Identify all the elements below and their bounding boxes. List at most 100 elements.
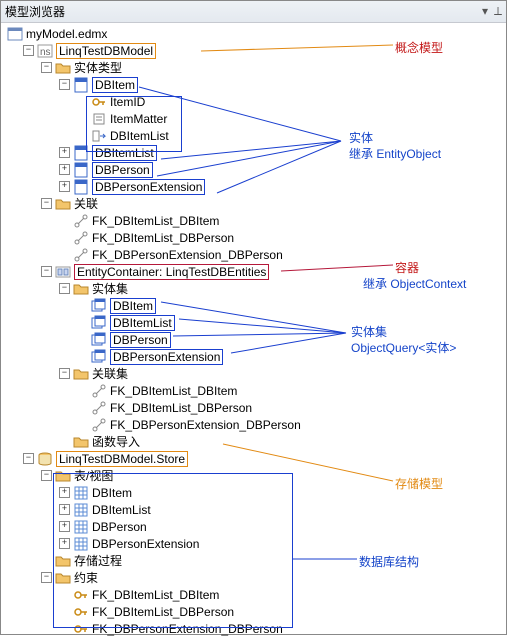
- expander-icon[interactable]: −: [23, 45, 34, 56]
- model-tree: myModel.edmx − ns LinqTestDBModel − 实体类型…: [1, 23, 506, 641]
- expander-icon[interactable]: −: [23, 453, 34, 464]
- association-node[interactable]: FK_DBItemList_DBPerson: [5, 229, 506, 246]
- expander-icon[interactable]: −: [41, 198, 52, 209]
- namespace-icon: ns: [37, 43, 53, 59]
- assocset-node[interactable]: FK_DBItemList_DBPerson: [5, 399, 506, 416]
- expander-icon[interactable]: −: [41, 470, 52, 481]
- constraint-node[interactable]: FK_DBPersonExtension_DBPerson: [5, 620, 506, 637]
- table-icon: [73, 519, 89, 535]
- expander-icon[interactable]: −: [59, 283, 70, 294]
- expander-icon[interactable]: −: [59, 368, 70, 379]
- expander-icon[interactable]: −: [41, 62, 52, 73]
- stored-procs-node[interactable]: 存储过程: [5, 552, 506, 569]
- property-node[interactable]: ItemID: [5, 93, 506, 110]
- table-icon: [73, 536, 89, 552]
- entity-node[interactable]: + DBPerson: [5, 161, 506, 178]
- assocset-icon: [91, 417, 107, 433]
- property-node[interactable]: ItemMatter: [5, 110, 506, 127]
- expander-icon[interactable]: −: [59, 79, 70, 90]
- constraint-label: FK_DBItemList_DBPerson: [92, 605, 234, 619]
- table-label: DBItemList: [92, 503, 151, 517]
- association-node[interactable]: FK_DBItemList_DBItem: [5, 212, 506, 229]
- expander-icon[interactable]: +: [59, 147, 70, 158]
- folder-icon: [73, 366, 89, 382]
- constraint-label: FK_DBPersonExtension_DBPerson: [92, 622, 283, 636]
- entity-dbitem-node[interactable]: − DBItem: [5, 76, 506, 93]
- expander-icon[interactable]: +: [59, 164, 70, 175]
- entity-icon: [73, 145, 89, 161]
- entityset-icon: [91, 298, 107, 314]
- expander-icon[interactable]: +: [59, 487, 70, 498]
- store-model-node[interactable]: − LinqTestDBModel.Store: [5, 450, 506, 467]
- folder-icon: [73, 434, 89, 450]
- assocset-icon: [91, 400, 107, 416]
- expander-icon[interactable]: +: [59, 538, 70, 549]
- table-node[interactable]: + DBPerson: [5, 518, 506, 535]
- store-model-label: LinqTestDBModel.Store: [56, 451, 188, 467]
- assoc-icon: [73, 247, 89, 263]
- constraint-node[interactable]: FK_DBItemList_DBItem: [5, 586, 506, 603]
- expander-icon[interactable]: +: [59, 521, 70, 532]
- entityset-icon: [91, 349, 107, 365]
- table-label: DBItem: [92, 486, 132, 500]
- entity-types-node[interactable]: − 实体类型: [5, 59, 506, 76]
- expander-icon[interactable]: −: [41, 572, 52, 583]
- associations-label: 关联: [74, 195, 98, 212]
- constraint-node[interactable]: FK_DBItemList_DBPerson: [5, 603, 506, 620]
- anno-storage-model: 存储模型: [395, 475, 443, 492]
- folder-icon: [55, 553, 71, 569]
- folder-icon: [55, 60, 71, 76]
- expander-icon[interactable]: −: [41, 266, 52, 277]
- association-label: FK_DBItemList_DBPerson: [92, 231, 234, 245]
- store-icon: [37, 451, 53, 467]
- navproperty-node[interactable]: DBItemList: [5, 127, 506, 144]
- root-label: myModel.edmx: [26, 27, 107, 41]
- anno-entityset-type: ObjectQuery<实体>: [351, 339, 456, 356]
- table-node[interactable]: + DBPersonExtension: [5, 535, 506, 552]
- association-sets-node[interactable]: − 关联集: [5, 365, 506, 382]
- entityset-node[interactable]: DBItem: [5, 297, 506, 314]
- table-label: DBPerson: [92, 520, 147, 534]
- property-label: ItemID: [110, 95, 145, 109]
- expander-icon[interactable]: +: [59, 181, 70, 192]
- function-imports-label: 函数导入: [92, 433, 140, 450]
- edmx-icon: [7, 26, 23, 42]
- entity-label: DBPerson: [92, 162, 153, 178]
- folder-icon: [55, 570, 71, 586]
- entityset-icon: [91, 315, 107, 331]
- associations-node[interactable]: − 关联: [5, 195, 506, 212]
- entityset-node[interactable]: DBItemList: [5, 314, 506, 331]
- assocset-label: FK_DBPersonExtension_DBPerson: [110, 418, 301, 432]
- assocset-node[interactable]: FK_DBItemList_DBItem: [5, 382, 506, 399]
- conceptual-model-label: LinqTestDBModel: [56, 43, 156, 59]
- fk-icon: [73, 604, 89, 620]
- property-label: ItemMatter: [110, 112, 167, 126]
- table-label: DBPersonExtension: [92, 537, 199, 551]
- expander-icon[interactable]: +: [59, 504, 70, 515]
- table-icon: [73, 485, 89, 501]
- assocset-node[interactable]: FK_DBPersonExtension_DBPerson: [5, 416, 506, 433]
- association-node[interactable]: FK_DBPersonExtension_DBPerson: [5, 246, 506, 263]
- entity-dbitem-label: DBItem: [92, 77, 138, 93]
- anno-entity: 实体: [349, 129, 373, 146]
- entityset-icon: [91, 332, 107, 348]
- assoc-icon: [73, 213, 89, 229]
- pin-icon[interactable]: ⟂: [494, 4, 502, 19]
- entity-node[interactable]: + DBPersonExtension: [5, 178, 506, 195]
- dropdown-icon[interactable]: ▾: [482, 4, 488, 19]
- entityset-label: DBItemList: [110, 315, 175, 331]
- function-imports-node[interactable]: 函数导入: [5, 433, 506, 450]
- stored-procs-label: 存储过程: [74, 552, 122, 569]
- fk-icon: [73, 587, 89, 603]
- table-node[interactable]: + DBItemList: [5, 501, 506, 518]
- entity-label: DBPersonExtension: [92, 179, 205, 195]
- anno-db-structure: 数据库结构: [359, 553, 419, 570]
- property-icon: [91, 111, 107, 127]
- fk-icon: [73, 621, 89, 637]
- panel-title: 模型浏览器: [5, 3, 65, 20]
- association-label: FK_DBPersonExtension_DBPerson: [92, 248, 283, 262]
- constraints-node[interactable]: − 约束: [5, 569, 506, 586]
- entityset-label: DBPerson: [110, 332, 171, 348]
- navproperty-label: DBItemList: [110, 129, 169, 143]
- entity-types-label: 实体类型: [74, 59, 122, 76]
